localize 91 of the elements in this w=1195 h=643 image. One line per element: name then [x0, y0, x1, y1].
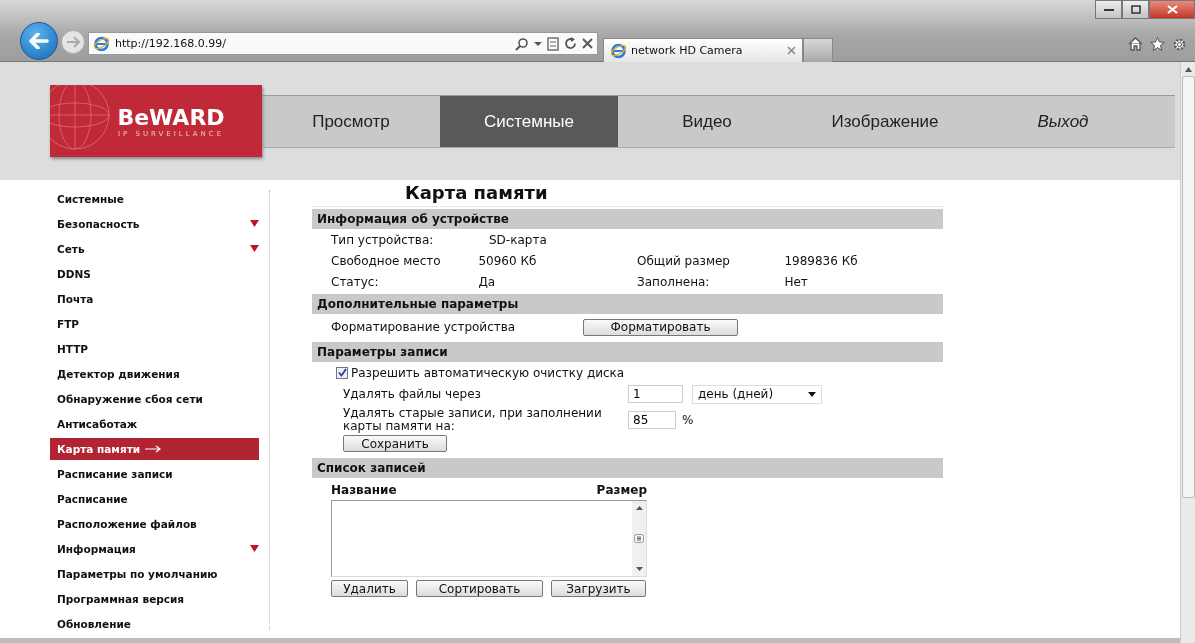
back-button[interactable]	[20, 22, 58, 60]
nav-tab[interactable]: Системные	[440, 96, 618, 147]
column-header: Размер	[596, 483, 647, 497]
expand-triangle-icon[interactable]	[250, 545, 259, 552]
search-icon[interactable]	[515, 36, 529, 51]
sidebar-item[interactable]: Почта	[50, 286, 259, 311]
page-title: Карта памяти	[312, 182, 943, 207]
unit-label: %	[682, 413, 694, 427]
browser-logo-icon	[610, 42, 627, 59]
brand-name: BeWARD	[117, 104, 225, 130]
days-input[interactable]: 1	[628, 385, 683, 403]
sidebar-item[interactable]: Расписание	[50, 486, 259, 511]
checkbox[interactable]	[336, 366, 348, 379]
field-value: SD-карта	[489, 232, 548, 247]
scrollbar[interactable]	[632, 501, 646, 576]
section-header: Дополнительные параметры	[312, 294, 943, 314]
format-button[interactable]: Форматировать	[583, 318, 738, 336]
expand-triangle-icon[interactable]	[250, 220, 259, 227]
sidebar-item[interactable]: Антисаботаж	[50, 411, 259, 436]
list-button[interactable]: Удалить	[331, 580, 408, 597]
stop-icon[interactable]	[582, 38, 593, 49]
field-value: 1989836 Кб	[784, 253, 859, 268]
field-value: 50960 Кб	[478, 253, 538, 268]
sidebar-item[interactable]: Расписание записи	[50, 461, 259, 486]
save-button[interactable]: Сохранить	[343, 435, 447, 452]
browser-logo-icon	[93, 35, 110, 52]
close-window-button[interactable]	[1149, 0, 1195, 19]
minimize-button[interactable]	[1095, 0, 1122, 19]
home-icon[interactable]	[1128, 37, 1143, 51]
maximize-icon	[1130, 5, 1141, 14]
section-header: Список записей	[312, 458, 943, 478]
sidebar-item[interactable]: FTP	[50, 311, 259, 336]
scroll-thumb[interactable]	[1181, 76, 1195, 498]
checkbox-label: Разрешить автоматическую очистку диска	[351, 365, 625, 380]
address-bar[interactable]: http://192.168.0.99/	[88, 32, 598, 55]
field-label: Тип устройства:	[331, 232, 435, 247]
address-text: http://192.168.0.99/	[115, 37, 227, 50]
sidebar-item[interactable]: Безопасность	[50, 211, 259, 236]
scroll-up-icon[interactable]	[1184, 67, 1192, 72]
sidebar-item[interactable]: Обнаружение сбоя сети	[50, 386, 259, 411]
column-header: Название	[331, 483, 397, 497]
nav-tab[interactable]: Изображение	[796, 96, 974, 147]
scroll-down-icon[interactable]	[635, 567, 643, 571]
sidebar-item[interactable]: Карта памяти	[50, 438, 259, 460]
back-arrow-icon	[29, 33, 49, 49]
sidebar-item[interactable]: Обновление	[50, 611, 259, 636]
field-label: Заполнена:	[637, 274, 711, 289]
check-icon	[337, 368, 347, 377]
list-button[interactable]: Загрузить	[551, 580, 646, 597]
star-icon[interactable]	[1150, 37, 1165, 51]
close-icon	[1166, 5, 1178, 14]
field-value: Нет	[784, 274, 809, 289]
percent-input[interactable]: 85	[628, 411, 676, 429]
field-label: Общий размер	[637, 253, 731, 268]
maximize-button[interactable]	[1122, 0, 1149, 19]
tab-title: network HD Camera	[631, 44, 744, 57]
field-value: Да	[478, 274, 497, 289]
expand-triangle-icon[interactable]	[250, 245, 259, 252]
field-label: Удалять старые записи, при заполнении карты памяти на:	[343, 407, 603, 433]
sidebar-item[interactable]: Сеть	[50, 236, 259, 261]
sidebar-item[interactable]: Параметры по умолчанию	[50, 561, 259, 586]
field-label: Форматирование устройства	[331, 320, 517, 334]
sidebar-item[interactable]: DDNS	[50, 261, 259, 286]
compatibility-icon[interactable]	[547, 36, 559, 51]
dropdown-caret-icon[interactable]	[534, 40, 542, 47]
nav-tab[interactable]: Видео	[618, 96, 796, 147]
unit-dropdown[interactable]: день (дней)	[692, 384, 822, 404]
nav-tab[interactable]: Просмотр	[262, 96, 440, 147]
section-header: Информация об устройстве	[312, 209, 943, 229]
caret-icon	[808, 391, 816, 397]
sidebar-item[interactable]: Информация	[50, 536, 259, 561]
browser-tab[interactable]: network HD Camera	[603, 38, 803, 62]
forward-arrow-icon	[66, 36, 80, 48]
sidebar-item[interactable]: HTTP	[50, 336, 259, 361]
section-header: Параметры записи	[312, 342, 943, 362]
nav-tab[interactable]: Выход	[974, 96, 1152, 147]
scroll-up-icon[interactable]	[635, 506, 643, 510]
close-tab-icon[interactable]	[787, 46, 796, 55]
list-button[interactable]: Сортировать	[416, 580, 543, 597]
sidebar-item[interactable]: Программная версия	[50, 586, 259, 611]
settings-icon[interactable]	[1172, 37, 1187, 52]
refresh-icon[interactable]	[564, 37, 577, 50]
scroll-grip-icon[interactable]	[634, 534, 644, 543]
sidebar-item[interactable]: Системные	[50, 186, 259, 211]
field-label: Свободное место	[331, 253, 442, 268]
arrow-icon	[145, 445, 162, 453]
field-label: Удалять файлы через	[343, 387, 482, 401]
scrollbar[interactable]	[1180, 62, 1195, 643]
field-label: Статус:	[331, 274, 380, 289]
sidebar-item[interactable]: Расположение файлов	[50, 511, 259, 536]
sidebar-item[interactable]: Детектор движения	[50, 361, 259, 386]
